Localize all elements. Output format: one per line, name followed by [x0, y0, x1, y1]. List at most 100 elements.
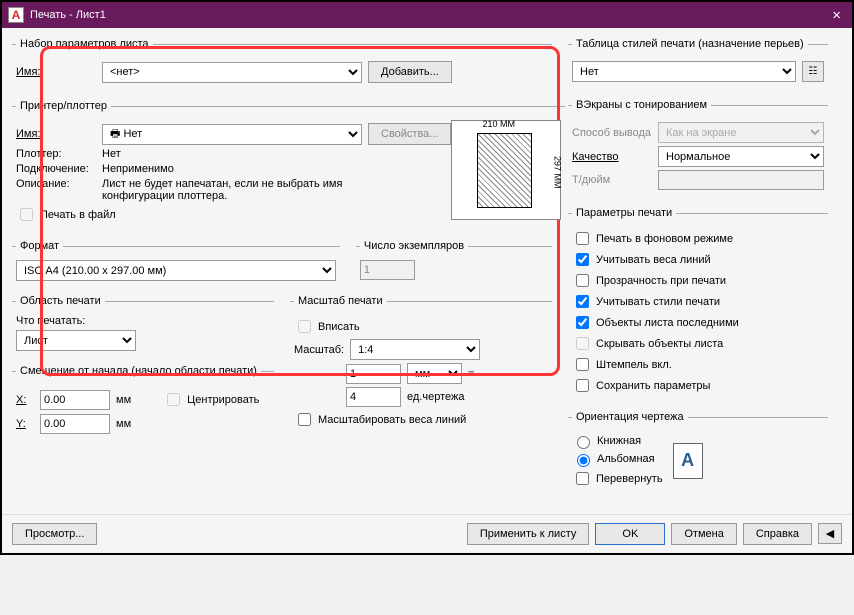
opt-bg-check[interactable] — [576, 232, 589, 245]
upside-label: Перевернуть — [596, 473, 663, 485]
paper-preview: 210 MM 297 MM — [451, 120, 561, 220]
landscape-radio[interactable] — [577, 454, 590, 467]
center-check — [167, 393, 180, 406]
y-unit: мм — [116, 418, 131, 430]
shaded-group: ВЭкраны с тонированием Способ вывода Как … — [568, 99, 828, 199]
what-print-label: Что печатать: — [16, 315, 270, 327]
orient-group: Ориентация чертежа Книжная Альбомная Пер… — [568, 411, 828, 496]
opt-save-label: Сохранить параметры — [596, 380, 710, 392]
desc-label: Описание: — [16, 178, 96, 190]
close-icon[interactable]: × — [827, 7, 846, 24]
x-unit: мм — [116, 394, 131, 406]
desc-value: Лист не будет напечатан, если не выбрать… — [102, 178, 362, 202]
pagesetup-name-select[interactable]: <нет> — [102, 62, 362, 83]
printer-props-button: Свойства... — [368, 123, 451, 145]
plotter-label: Плоттер: — [16, 148, 96, 160]
opt-ps-check[interactable] — [576, 295, 589, 308]
pagesetup-name-label: Имя: — [16, 66, 96, 78]
scale-unit2-label: ед.чертежа — [407, 391, 464, 403]
opt-po-label: Объекты листа последними — [596, 317, 739, 329]
printer-group: Принтер/плоттер Имя: 🖶 Нет Свойства... П… — [12, 100, 565, 232]
styles-legend: Таблица стилей печати (назначение перьев… — [572, 38, 808, 50]
style-edit-icon[interactable]: ☷ — [802, 61, 824, 82]
y-label: Y: — [16, 418, 34, 430]
offset-legend: Смещение от начала (начало области печат… — [16, 365, 261, 377]
fit-label: Вписать — [318, 321, 360, 333]
opt-tr-label: Прозрачность при печати — [596, 275, 726, 287]
copies-legend: Число экземпляров — [360, 240, 468, 252]
page-setup-legend: Набор параметров листа — [16, 38, 153, 50]
preview-button[interactable]: Просмотр... — [12, 523, 97, 545]
opt-bg-label: Печать в фоновом режиме — [596, 233, 733, 245]
copies-input — [360, 260, 415, 280]
portrait-radio[interactable] — [577, 436, 590, 449]
print-to-file-check — [20, 208, 33, 221]
cancel-button[interactable]: Отмена — [671, 523, 736, 545]
scale-num2-input[interactable] — [346, 387, 401, 407]
shaded-legend: ВЭкраны с тонированием — [572, 99, 711, 111]
opt-stamp-label: Штемпель вкл. — [596, 359, 672, 371]
paper-format-select[interactable]: ISO A4 (210.00 x 297.00 мм) — [16, 260, 336, 281]
quality-select[interactable]: Нормальное — [658, 146, 824, 167]
equals-icon: = — [468, 368, 474, 380]
app-logo-icon: A — [8, 7, 24, 23]
fit-check — [298, 320, 311, 333]
quality-label: Качество — [572, 151, 652, 163]
x-input[interactable] — [40, 390, 110, 410]
printer-name-select[interactable]: 🖶 Нет — [102, 124, 362, 145]
center-label: Центрировать — [187, 394, 259, 406]
opt-lw-check[interactable] — [576, 253, 589, 266]
opt-hide-check — [576, 337, 589, 350]
plot-style-select[interactable]: Нет — [572, 61, 796, 82]
dpi-input — [658, 170, 824, 190]
offset-group: Смещение от начала (начало области печат… — [12, 365, 274, 443]
paper-height-label: 297 MM — [552, 156, 562, 189]
connection-value: Неприменимо — [102, 163, 174, 175]
y-input[interactable] — [40, 414, 110, 434]
plot-area-group: Область печати Что печатать: Лист — [12, 295, 274, 357]
opt-hide-label: Скрывать объекты листа — [596, 338, 723, 350]
connection-label: Подключение: — [16, 163, 96, 175]
scale-select[interactable]: 1:4 — [350, 339, 480, 360]
opt-ps-label: Учитывать стили печати — [596, 296, 720, 308]
opt-tr-check[interactable] — [576, 274, 589, 287]
opt-stamp-check[interactable] — [576, 358, 589, 371]
printer-legend: Принтер/плоттер — [16, 100, 111, 112]
ok-button[interactable]: OK — [595, 523, 665, 545]
plot-area-legend: Область печати — [16, 295, 105, 307]
scale-lw-label: Масштабировать веса линий — [318, 414, 466, 426]
shade-method-select: Как на экране — [658, 122, 824, 143]
scale-lw-check[interactable] — [298, 413, 311, 426]
scale-unit-select[interactable]: мм — [407, 363, 462, 384]
shade-method-label: Способ вывода — [572, 127, 652, 139]
apply-button[interactable]: Применить к листу — [467, 523, 590, 545]
opt-po-check[interactable] — [576, 316, 589, 329]
plotter-value: Нет — [102, 148, 121, 160]
dpi-label: Т/дюйм — [572, 174, 652, 186]
window-title: Печать - Лист1 — [30, 9, 106, 21]
opt-save-check[interactable] — [576, 379, 589, 392]
format-group: Формат ISO A4 (210.00 x 297.00 мм) — [12, 240, 340, 287]
options-legend: Параметры печати — [572, 207, 676, 219]
portrait-label: Книжная — [597, 435, 641, 447]
what-print-select[interactable]: Лист — [16, 330, 136, 351]
styles-group: Таблица стилей печати (назначение перьев… — [568, 38, 828, 91]
page-preview-rect — [477, 133, 532, 208]
copies-group: Число экземпляров — [356, 240, 552, 287]
options-group: Параметры печати Печать в фоновом режиме… — [568, 207, 828, 403]
expand-icon[interactable]: ◀ — [818, 523, 842, 544]
help-button[interactable]: Справка — [743, 523, 812, 545]
print-dialog: A Печать - Лист1 × Набор параметров лист… — [0, 0, 854, 555]
orientation-icon: A — [673, 443, 703, 479]
upside-check[interactable] — [576, 472, 589, 485]
paper-width-label: 210 MM — [482, 119, 515, 129]
scale-group: Масштаб печати Вписать Масштаб:1:4 мм= е… — [290, 295, 552, 437]
add-pagesetup-button[interactable]: Добавить... — [368, 61, 452, 83]
scale-num1-input[interactable] — [346, 364, 401, 384]
landscape-label: Альбомная — [597, 453, 655, 465]
print-to-file-label: Печать в файл — [40, 209, 116, 221]
titlebar: A Печать - Лист1 × — [2, 2, 852, 28]
orient-legend: Ориентация чертежа — [572, 411, 688, 423]
format-legend: Формат — [16, 240, 63, 252]
scale-label: Масштаб: — [294, 344, 344, 356]
